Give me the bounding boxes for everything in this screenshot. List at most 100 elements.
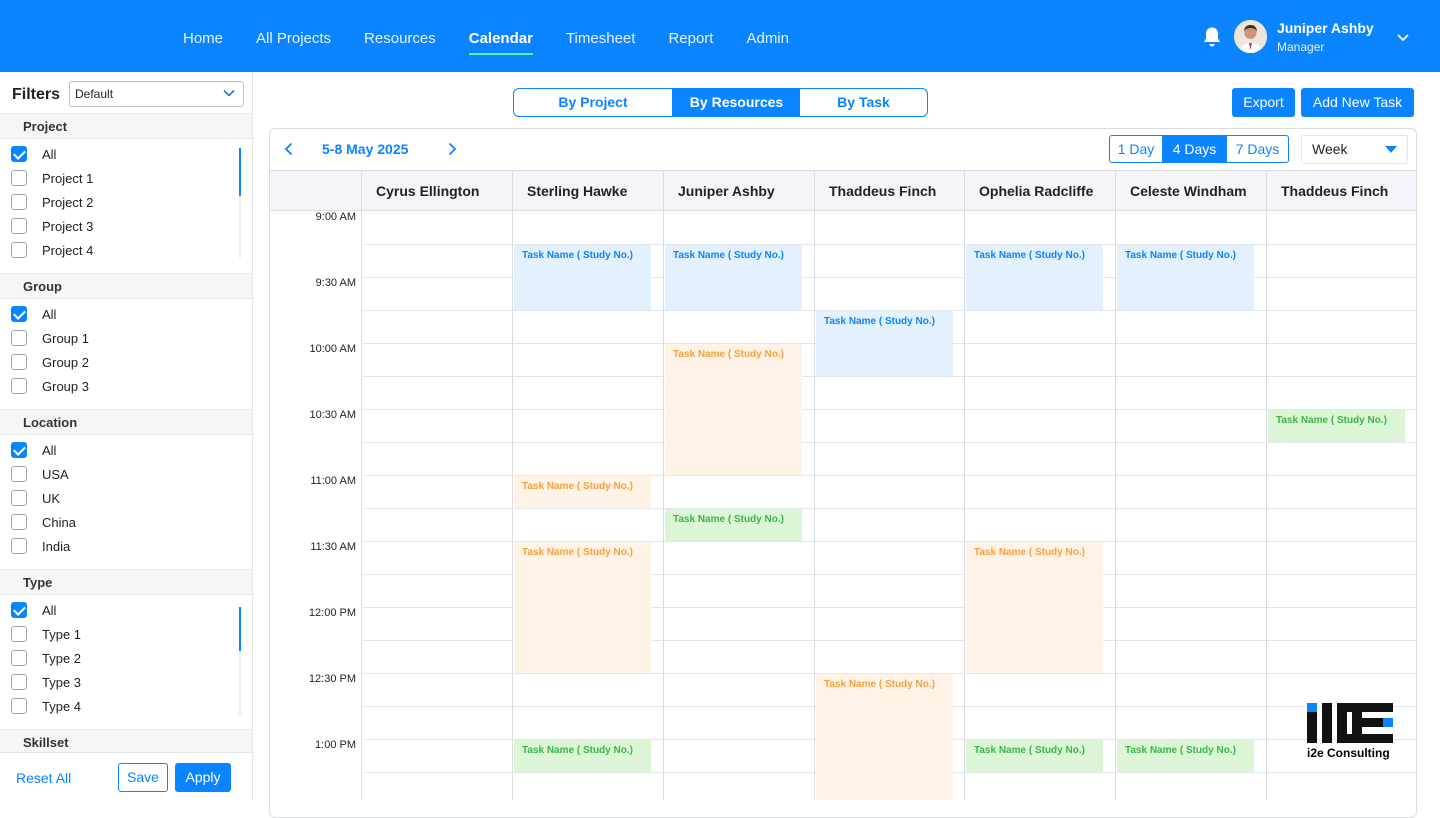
reset-all-link[interactable]: Reset All <box>16 770 71 786</box>
range-1-day-button[interactable]: 1 Day <box>1110 136 1163 162</box>
nav-home[interactable]: Home <box>183 0 223 72</box>
filter-option[interactable]: Project 4 <box>11 240 93 260</box>
checkbox[interactable] <box>11 378 27 394</box>
checkbox-checked[interactable] <box>11 602 27 618</box>
export-button[interactable]: Export <box>1232 88 1295 117</box>
column-divider <box>663 211 664 800</box>
scrollbar-thumb[interactable] <box>239 148 241 196</box>
task-event[interactable]: Task Name ( Study No.) <box>665 245 802 310</box>
checkbox[interactable] <box>11 698 27 714</box>
filter-option[interactable]: Group 3 <box>11 376 89 396</box>
chevron-left-icon[interactable] <box>281 141 297 157</box>
column-divider <box>361 211 362 800</box>
filter-option[interactable]: Type 4 <box>11 696 81 716</box>
task-event[interactable]: Task Name ( Study No.) <box>1117 740 1254 772</box>
checkbox-checked[interactable] <box>11 442 27 458</box>
time-label: 1:00 PM <box>315 739 356 751</box>
filter-option[interactable]: Project 3 <box>11 216 93 236</box>
scrollbar-thumb[interactable] <box>239 607 241 651</box>
notification-bell-icon[interactable] <box>1200 25 1224 49</box>
task-event[interactable]: Task Name ( Study No.) <box>816 674 953 800</box>
filter-option[interactable]: All <box>11 144 56 164</box>
chevron-right-icon[interactable] <box>444 141 460 157</box>
user-name[interactable]: Juniper Ashby <box>1277 20 1374 36</box>
checkbox[interactable] <box>11 330 27 346</box>
checkbox[interactable] <box>11 674 27 690</box>
sidebar-footer: Reset All Save Apply <box>0 752 252 800</box>
filter-option[interactable]: All <box>11 304 56 324</box>
checkbox[interactable] <box>11 514 27 530</box>
filter-option[interactable]: Type 2 <box>11 648 81 668</box>
checkbox[interactable] <box>11 218 27 234</box>
checkbox[interactable] <box>11 170 27 186</box>
nav-resources[interactable]: Resources <box>364 0 436 72</box>
filter-group-project: Project <box>0 113 252 139</box>
checkbox[interactable] <box>11 194 27 210</box>
checkbox[interactable] <box>11 538 27 554</box>
chevron-down-icon[interactable] <box>1396 33 1410 43</box>
nav-calendar[interactable]: Calendar <box>468 0 534 72</box>
task-event[interactable]: Task Name ( Study No.) <box>1117 245 1254 310</box>
task-event[interactable]: Task Name ( Study No.) <box>966 542 1103 673</box>
time-label: 10:30 AM <box>309 409 356 421</box>
period-select[interactable]: Week <box>1301 135 1408 164</box>
filters-title: Filters <box>12 86 61 103</box>
checkbox[interactable] <box>11 354 27 370</box>
checkbox[interactable] <box>11 626 27 642</box>
task-event[interactable]: Task Name ( Study No.) <box>514 245 651 310</box>
checkbox[interactable] <box>11 490 27 506</box>
filter-group-type: Type <box>0 569 252 595</box>
user-role: Manager <box>1277 40 1325 54</box>
filter-group-group: Group <box>0 273 252 299</box>
column-divider <box>814 211 815 800</box>
task-event[interactable]: Task Name ( Study No.) <box>1268 410 1405 442</box>
filter-option[interactable]: All <box>11 440 56 460</box>
task-event[interactable]: Task Name ( Study No.) <box>514 740 651 772</box>
task-event[interactable]: Task Name ( Study No.) <box>966 245 1103 310</box>
task-event[interactable]: Task Name ( Study No.) <box>665 509 802 541</box>
checkbox-checked[interactable] <box>11 146 27 162</box>
checkbox[interactable] <box>11 650 27 666</box>
filter-option[interactable]: USA <box>11 464 69 484</box>
row-divider <box>361 409 1416 410</box>
tab-by-resources[interactable]: By Resources <box>673 89 800 116</box>
filter-option[interactable]: Project 1 <box>11 168 93 188</box>
task-event[interactable]: Task Name ( Study No.) <box>816 311 953 376</box>
filter-option[interactable]: India <box>11 536 70 556</box>
checkbox[interactable] <box>11 466 27 482</box>
filter-option[interactable]: All <box>11 600 56 620</box>
range-7-days-button[interactable]: 7 Days <box>1226 136 1288 162</box>
apply-button[interactable]: Apply <box>175 763 231 792</box>
tab-by-task[interactable]: By Task <box>800 89 927 116</box>
filter-preset-select[interactable]: Default <box>69 81 244 107</box>
resource-column-header: Ophelia Radcliffe <box>964 171 1115 211</box>
row-divider <box>361 442 1416 443</box>
checkbox-checked[interactable] <box>11 306 27 322</box>
filter-option[interactable]: China <box>11 512 76 532</box>
task-event[interactable]: Task Name ( Study No.) <box>966 740 1103 772</box>
task-event[interactable]: Task Name ( Study No.) <box>514 476 651 508</box>
time-label: 11:00 AM <box>310 475 356 487</box>
filter-option[interactable]: Group 2 <box>11 352 89 372</box>
range-4-days-button[interactable]: 4 Days <box>1163 136 1226 162</box>
avatar[interactable] <box>1234 20 1267 53</box>
nav-timesheet[interactable]: Timesheet <box>566 0 635 72</box>
save-button[interactable]: Save <box>118 763 168 792</box>
column-divider <box>1266 211 1267 800</box>
filter-option[interactable]: Type 1 <box>11 624 81 644</box>
nav-report[interactable]: Report <box>668 0 713 72</box>
nav-admin[interactable]: Admin <box>746 0 789 72</box>
caret-down-icon <box>1385 146 1397 153</box>
filter-option[interactable]: UK <box>11 488 60 508</box>
task-event[interactable]: Task Name ( Study No.) <box>514 542 651 673</box>
filter-option[interactable]: Group 1 <box>11 328 89 348</box>
filter-group-location: Location <box>0 409 252 435</box>
filter-option[interactable]: Project 2 <box>11 192 93 212</box>
task-event[interactable]: Task Name ( Study No.) <box>665 344 802 475</box>
time-label: 11:30 AM <box>310 541 356 553</box>
add-new-task-button[interactable]: Add New Task <box>1301 88 1414 117</box>
nav-all-projects[interactable]: All Projects <box>256 0 331 72</box>
tab-by-project[interactable]: By Project <box>514 89 673 116</box>
checkbox[interactable] <box>11 242 27 258</box>
filter-option[interactable]: Type 3 <box>11 672 81 692</box>
